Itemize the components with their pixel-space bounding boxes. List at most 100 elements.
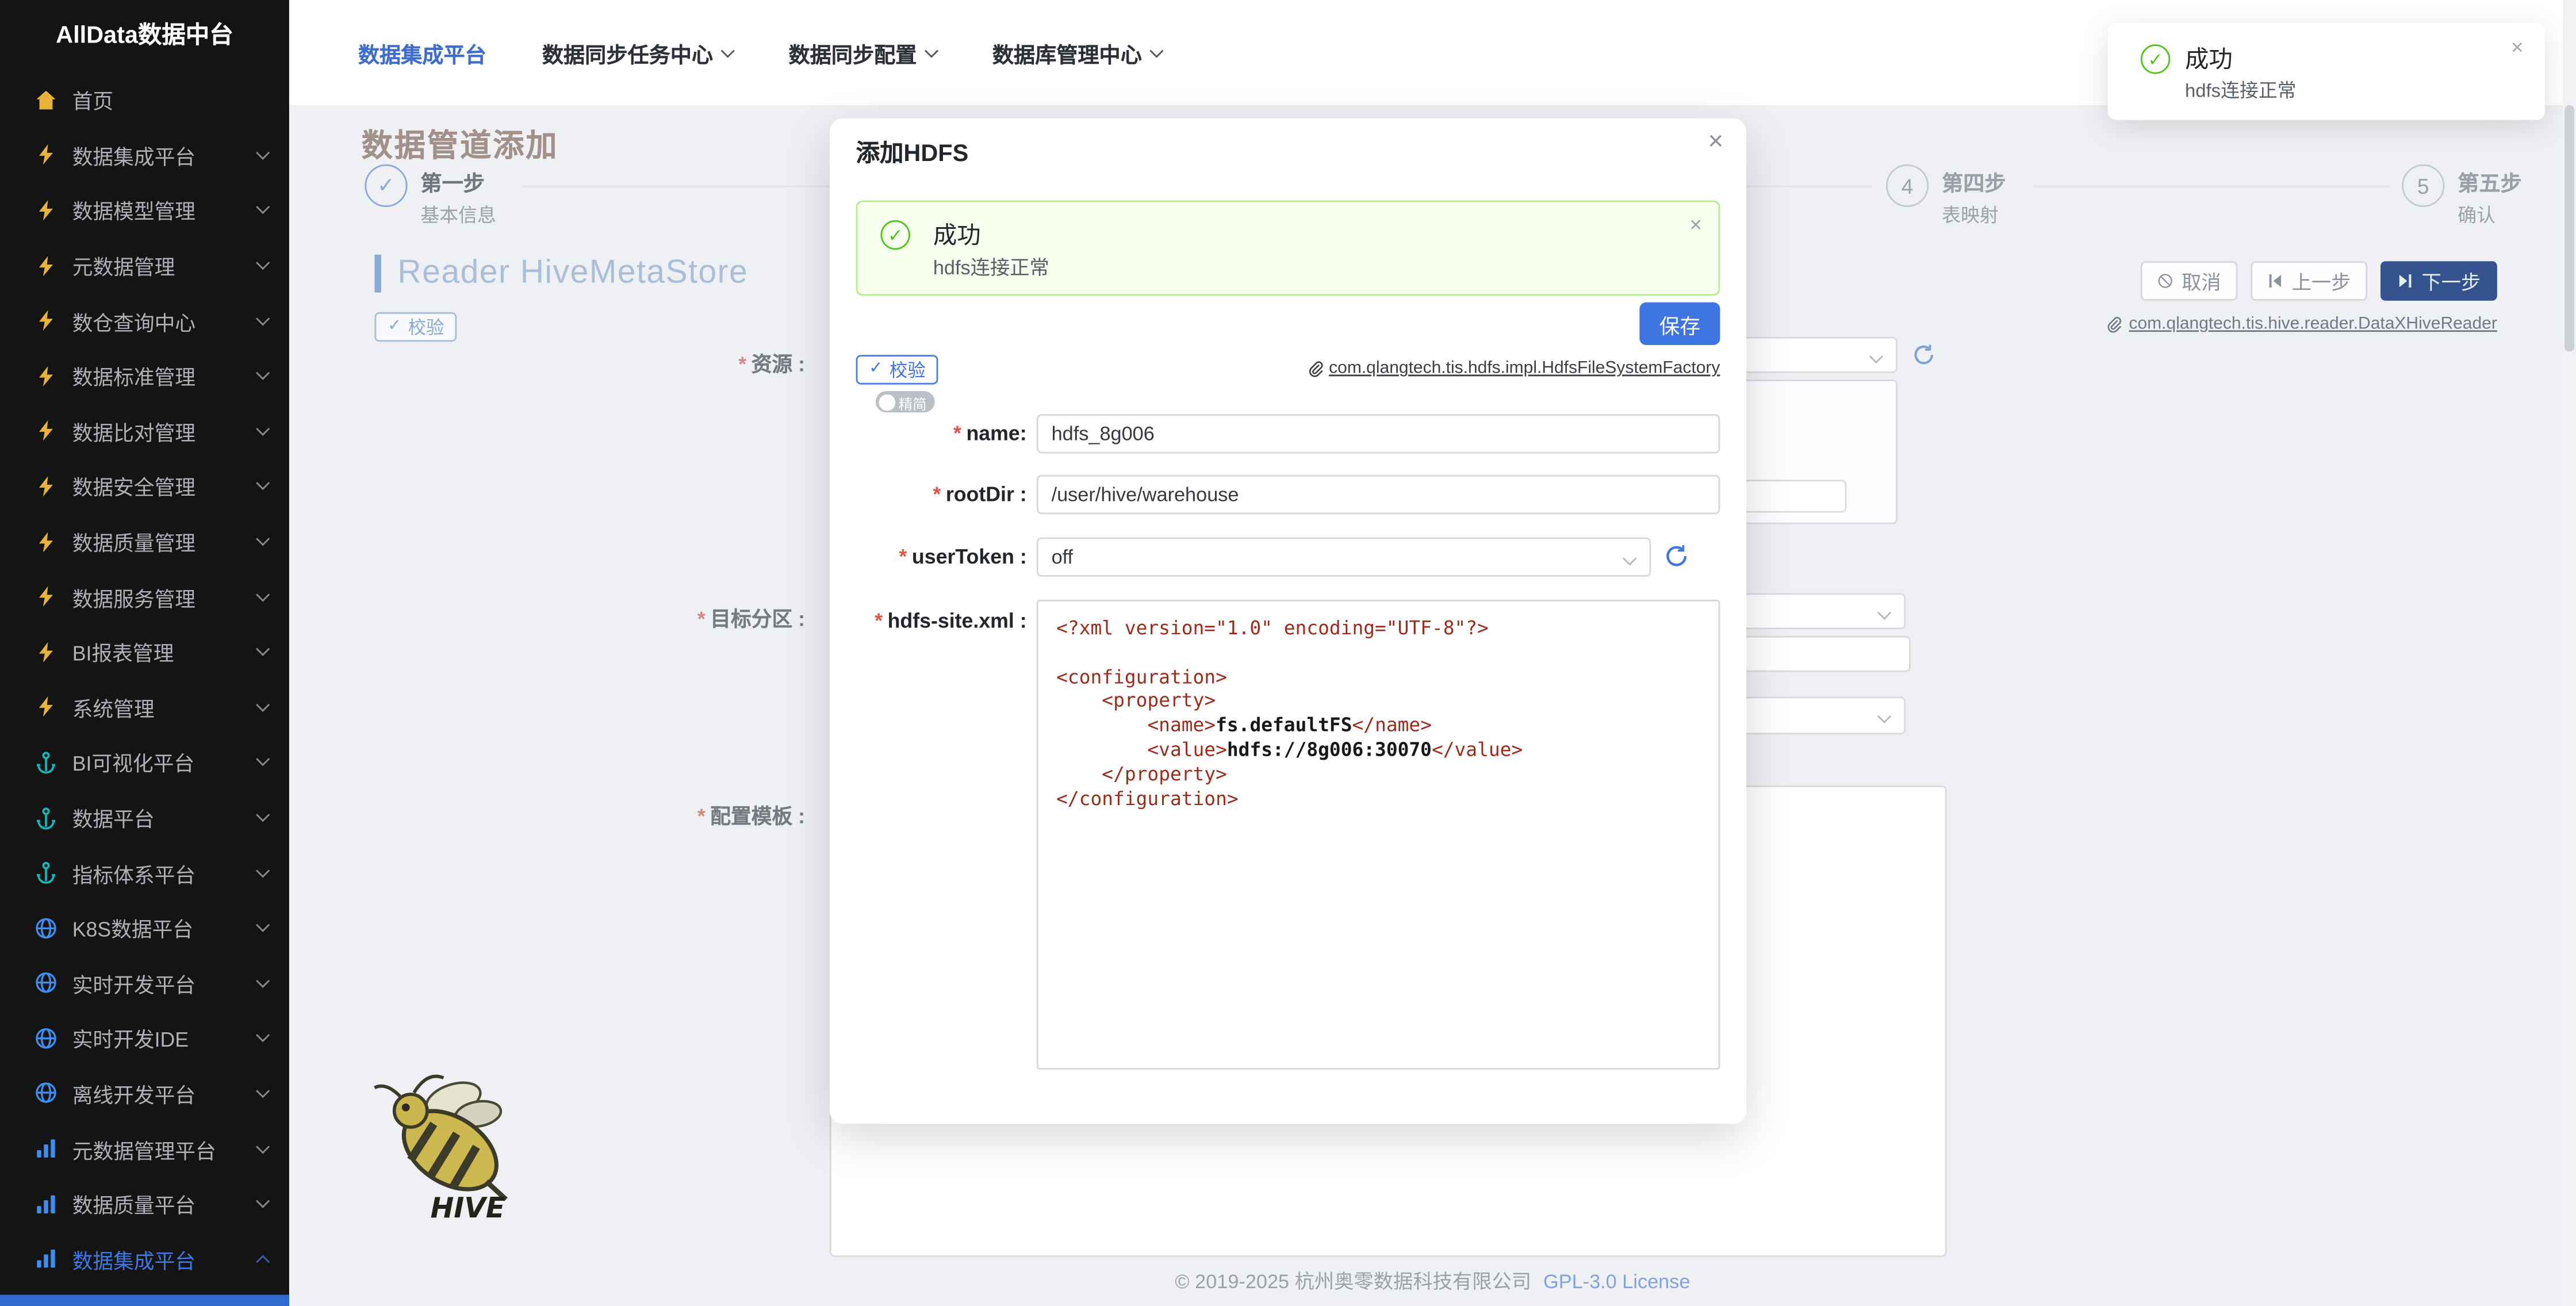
tab-label: 数据库管理中心 [992,37,1142,68]
verify-button-background[interactable]: ✓ 校验 [374,312,457,342]
top-nav-tab[interactable]: 数据库管理中心 [992,37,1162,68]
sidebar-item[interactable]: 指标体系平台 [0,845,289,900]
sidebar-item[interactable]: K8S数据平台 [0,900,289,955]
sidebar-item[interactable]: 数据集成平台 [0,1231,289,1286]
bolt-icon [34,254,57,277]
alert-close-icon[interactable]: × [1689,212,1702,237]
sidebar-item[interactable]: 数据模型管理 [0,183,289,238]
chevron-down-icon [256,974,270,987]
sidebar-item[interactable]: 元数据管理平台 [0,1121,289,1176]
required-mark: * [738,353,746,376]
chart-icon [34,1247,57,1270]
sidebar-item[interactable]: 数据质量平台 [0,1176,289,1231]
step-1: ✓ 第一步 基本信息 [365,164,496,228]
resource-inner-input[interactable] [1742,480,1847,512]
hdfs-factory-link[interactable]: com.qlangtech.tis.hdfs.impl.HdfsFileSyst… [1306,358,1720,378]
rootdir-input[interactable] [1037,475,1720,515]
success-alert: ✓ 成功 hdfs连接正常 × [856,201,1720,296]
sidebar-item-label: 指标体系平台 [72,857,258,888]
sidebar-item-label: BI报表管理 [72,636,258,667]
sidebar-item[interactable]: 数据质量管理 [0,514,289,569]
next-step-button[interactable]: 下一步 [2380,261,2497,301]
paperclip-icon [1306,359,1324,377]
success-check-icon: ✓ [2141,44,2170,74]
scrollbar-thumb[interactable] [2564,105,2574,352]
sidebar-submenu-peek[interactable] [0,1294,289,1306]
sidebar-item-label: 数据平台 [72,802,258,833]
rootdir-label: *rootDir : [856,483,1027,506]
tab-label: 数据同步配置 [789,37,917,68]
target-partition-label: *目标分区 : [657,602,805,633]
anchor-icon [34,750,57,773]
chevron-down-icon [256,201,270,215]
sidebar-item[interactable]: 首页 [0,72,289,128]
name-label: *name: [856,422,1027,445]
chevron-down-icon [256,422,270,435]
chevron-down-icon [256,1194,270,1208]
reader-plugin-link[interactable]: com.qlangtech.tis.hive.reader.DataXHiveR… [2104,314,2497,334]
sidebar-item-label: 数据集成平台 [72,1243,258,1274]
prev-step-button[interactable]: 上一步 [2251,261,2367,301]
step-number: 4 [1886,164,1929,207]
globe-icon [34,1027,57,1050]
step-title: 第四步 [1942,166,2006,197]
config-template-label: *配置模板 : [657,799,805,830]
simplify-toggle[interactable]: 精简 [876,391,935,412]
sidebar-item[interactable]: 数据标准管理 [0,348,289,404]
license-link[interactable]: GPL-3.0 License [1543,1270,1690,1293]
sidebar-item[interactable]: BI报表管理 [0,625,289,680]
sidebar-item[interactable]: 数据集成平台 [0,128,289,183]
chevron-down-icon [1869,350,1883,363]
chevron-down-icon [256,145,270,159]
tab-label: 数据同步任务中心 [542,37,713,68]
sidebar-item[interactable]: 元数据管理 [0,238,289,293]
step-backward-icon [2267,273,2284,289]
sidebar-item-label: BI可视化平台 [72,746,258,778]
chevron-up-icon [256,1255,270,1269]
sidebar-item[interactable]: 实时开发IDE [0,1010,289,1066]
step-desc: 基本信息 [420,202,496,228]
refresh-icon[interactable] [1664,544,1689,569]
bolt-icon [34,199,57,222]
chevron-down-icon [256,753,270,767]
sidebar-item[interactable]: 实时开发平台 [0,955,289,1010]
step-desc: 表映射 [1942,202,2006,228]
modal-close-icon[interactable]: × [1708,128,1723,158]
sidebar-item[interactable]: 离线开发平台 [0,1066,289,1121]
chevron-down-icon [256,532,270,546]
save-button[interactable]: 保存 [1639,302,1720,345]
sidebar-item[interactable]: 数仓查询中心 [0,293,289,348]
step-title: 第五步 [2458,166,2521,197]
page-scrollbar[interactable] [2563,0,2576,1306]
sidebar-item[interactable]: 数据安全管理 [0,459,289,514]
refresh-icon[interactable] [1912,343,1935,366]
sidebar-item[interactable]: 数据服务管理 [0,569,289,625]
cancel-button[interactable]: 取消 [2141,261,2238,301]
sidebar-item[interactable]: 系统管理 [0,680,289,735]
top-nav-tab[interactable]: 数据同步配置 [789,37,937,68]
xml-editor-content: <?xml version="1.0" encoding="UTF-8"?> <… [1056,616,1700,810]
verify-button[interactable]: ✓ 校验 [856,355,939,384]
sidebar-item-label: 数据比对管理 [72,415,258,446]
sidebar-item[interactable]: BI可视化平台 [0,734,289,790]
toggle-label: 精简 [899,393,927,413]
globe-icon [34,1082,57,1105]
toast-close-icon[interactable]: × [2511,35,2524,59]
chevron-down-icon [256,366,270,380]
bolt-icon [34,475,57,498]
hdfs-site-xml-editor[interactable]: <?xml version="1.0" encoding="UTF-8"?> <… [1037,600,1720,1070]
name-input[interactable] [1037,414,1720,454]
chevron-down-icon [256,1139,270,1153]
top-nav-tab[interactable]: 数据同步任务中心 [542,37,733,68]
modal-title: 添加HDFS [856,135,969,169]
sidebar-item[interactable]: 数据平台 [0,790,289,845]
globe-icon [34,916,57,939]
required-mark: * [697,805,706,828]
chevron-down-icon [256,256,270,270]
usertoken-select[interactable]: off [1037,537,1651,577]
sidebar-item[interactable]: 数据比对管理 [0,404,289,459]
top-nav-tab[interactable]: 数据集成平台 [358,37,486,68]
chart-icon [34,1137,57,1160]
usertoken-value: off [1052,546,1074,569]
success-check-icon: ✓ [880,220,910,250]
